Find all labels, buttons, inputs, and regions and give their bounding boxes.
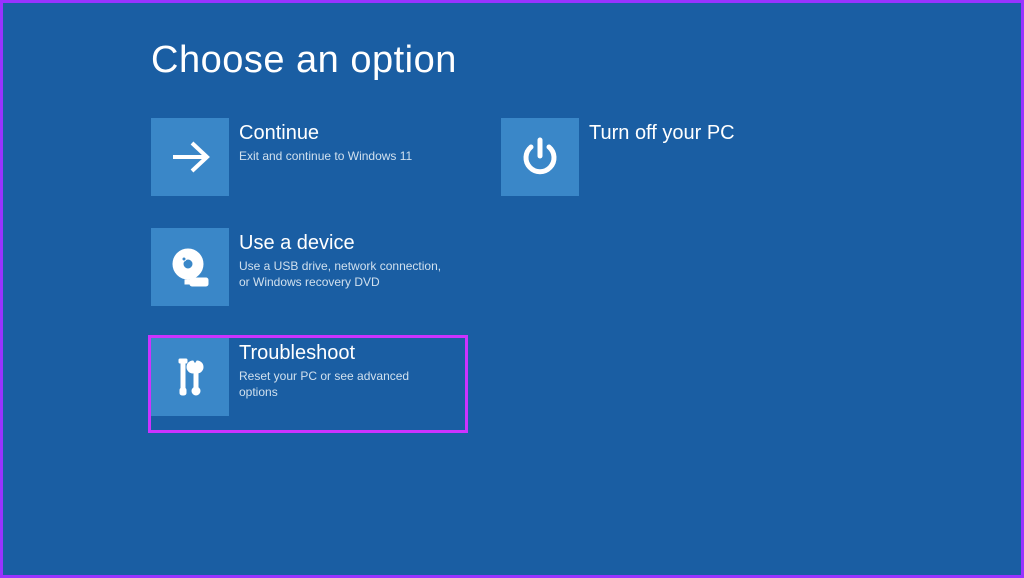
use-a-device-title: Use a device xyxy=(239,232,451,255)
column-left: Continue Exit and continue to Windows 11… xyxy=(151,118,471,430)
continue-tile[interactable]: Continue Exit and continue to Windows 11 xyxy=(151,118,471,196)
arrow-right-icon xyxy=(151,118,229,196)
continue-title: Continue xyxy=(239,122,412,145)
disc-usb-icon xyxy=(151,228,229,306)
use-a-device-desc: Use a USB drive, network connection, or … xyxy=(239,258,451,290)
troubleshoot-desc: Reset your PC or see advanced options xyxy=(239,368,451,400)
turn-off-tile[interactable]: Turn off your PC xyxy=(501,118,821,196)
continue-desc: Exit and continue to Windows 11 xyxy=(239,148,412,164)
power-icon xyxy=(501,118,579,196)
tools-icon xyxy=(151,338,229,416)
page-title: Choose an option xyxy=(151,39,1021,82)
use-a-device-tile[interactable]: Use a device Use a USB drive, network co… xyxy=(151,228,471,306)
troubleshoot-title: Troubleshoot xyxy=(239,342,451,365)
troubleshoot-tile[interactable]: Troubleshoot Reset your PC or see advanc… xyxy=(148,335,468,433)
tile-grid: Continue Exit and continue to Windows 11… xyxy=(151,118,1021,430)
column-right: Turn off your PC xyxy=(501,118,821,430)
turn-off-title: Turn off your PC xyxy=(589,122,735,145)
